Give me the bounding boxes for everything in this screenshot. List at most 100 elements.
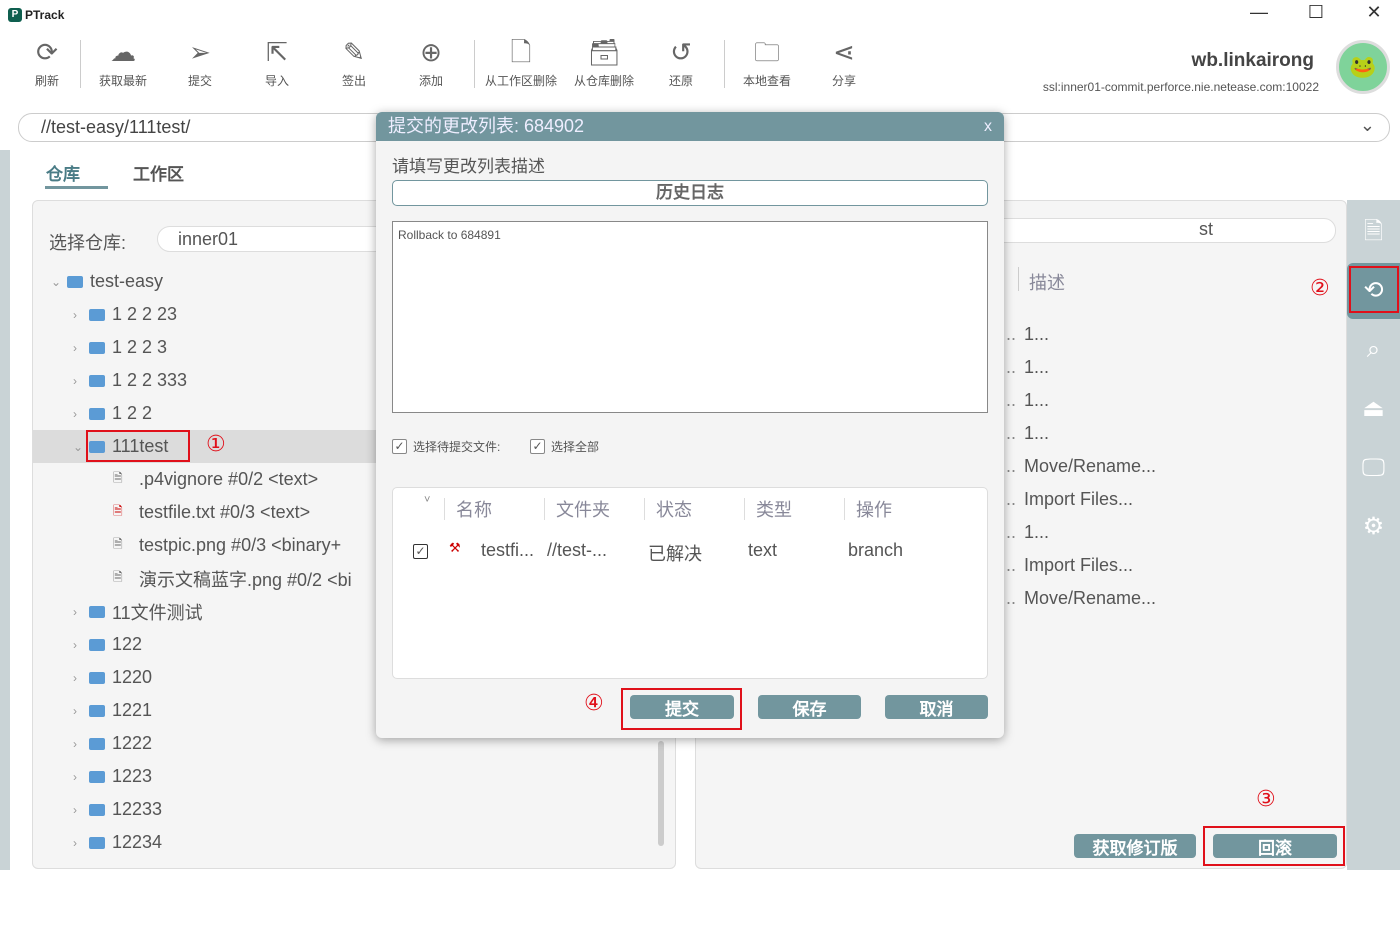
history-row[interactable]: .. Move/Rename... [1006,450,1156,483]
select-all-checkbox[interactable]: ✓ 选择全部 [530,438,599,455]
file-icon: 🗎 [113,570,123,584]
select-all-label: 选择全部 [551,440,600,454]
history-description: Move/Rename... [1024,588,1157,608]
file-status: 已解决 [648,544,702,564]
chevron-right-icon[interactable]: › [73,638,89,652]
chevron-right-icon[interactable]: › [73,605,89,619]
toolbar-icon: 🗀 [753,37,780,67]
tree-item-label: 12234 [112,832,163,852]
chevron-right-icon[interactable]: › [73,704,89,718]
chevron-right-icon[interactable]: › [73,374,89,388]
path-value: //test-easy/111test/ [41,117,191,137]
modified-file-icon: 🗎 [113,504,123,518]
toolbar-button-0[interactable]: ⟳ 刷新 [12,36,82,89]
toolbar-button-2[interactable]: ➢ 提交 [165,36,235,89]
column-header[interactable]: 名称 [456,496,492,522]
column-header[interactable]: 类型 [756,496,792,522]
column-divider [844,498,845,520]
cancel-button[interactable]: 取消 [885,695,988,719]
folder-icon [89,671,105,684]
history-row[interactable]: .. 1... [1006,516,1049,549]
folder-icon [89,737,105,750]
get-revision-button[interactable]: 获取修订版 [1074,834,1196,858]
file-name[interactable]: testfi... [481,540,534,561]
toolbar-icon: ⋖ [833,37,855,67]
chevron-right-icon[interactable]: › [73,737,89,751]
checkbox-checked-icon: ✓ [530,439,545,454]
truncated-cell: .. [1006,357,1017,377]
history-log-button[interactable]: 历史日志 [392,180,988,206]
chevron-right-icon[interactable]: › [73,671,89,685]
column-header[interactable]: 操作 [856,496,892,522]
chevron-right-icon[interactable]: › [73,341,89,355]
toolbar-icon: ☁ [110,37,136,67]
chevron-right-icon[interactable]: › [73,803,89,817]
history-description: 1... [1024,324,1050,344]
history-row[interactable]: .. Move/Rename... [1006,582,1156,615]
chevron-right-icon[interactable]: › [73,770,89,784]
history-row[interactable]: .. 1... [1006,351,1049,384]
toolbar-icon: ⊕ [420,37,442,67]
history-description: Import Files... [1024,489,1134,509]
tab-depot[interactable]: 仓库 [46,160,80,185]
chevron-right-icon[interactable]: › [73,308,89,322]
toolbar-icon: 🗃 [587,37,621,67]
search-icon[interactable]: ⌕ [1347,322,1400,378]
step-marker-3: ③ [1256,786,1276,811]
monitor-icon[interactable]: 🖵 [1347,440,1400,496]
history-row[interactable]: .. 1... [1006,318,1049,351]
repo-select[interactable]: inner01 [157,226,397,252]
dialog-close-icon[interactable]: x [984,112,992,141]
sort-chevron-icon[interactable]: ˅ [424,494,430,506]
toolbar-icon: ✎ [343,37,365,67]
toolbar-button-6[interactable]: 🗋 从工作区删除 [478,36,564,89]
file-row-checkbox[interactable]: ✓ [413,542,428,560]
truncated-cell: .. [1006,522,1017,542]
document-icon[interactable]: 🗎 [1347,204,1400,260]
close-button[interactable]: ✕ [1359,2,1389,23]
shelf-icon[interactable]: ⏏ [1347,381,1400,437]
chevron-down-icon[interactable]: ⌄ [1360,112,1375,139]
modified-file-icon: ⚒ [449,540,461,555]
toolbar-label: 导入 [264,74,289,88]
minimize-button[interactable]: — [1244,2,1274,23]
highlight-box-4 [621,688,742,730]
column-header[interactable]: 文件夹 [556,496,610,522]
column-header[interactable]: 状态 [656,496,692,522]
tree-item-label: 1221 [112,700,153,720]
description-textarea[interactable]: Rollback to 684891 [392,221,988,413]
avatar[interactable]: 🐸 [1336,40,1390,94]
toolbar-button-1[interactable]: ☁ 获取最新 [88,36,158,89]
toolbar-button-10[interactable]: ⋖ 分享 [809,36,879,89]
active-tab-indicator [45,186,108,189]
history-row[interactable]: .. 1... [1006,417,1049,450]
user-name: wb.linkairong [1191,50,1314,71]
toolbar-button-3[interactable]: ⇱ 导入 [242,36,312,89]
chevron-right-icon[interactable]: › [73,407,89,421]
tab-workspace[interactable]: 工作区 [133,160,184,185]
repo-value: inner01 [178,229,239,249]
tree-item[interactable]: › 1223 [33,760,673,793]
toolbar-button-7[interactable]: 🗃 从仓库删除 [561,36,647,89]
tree-item-label: 12233 [112,799,163,819]
history-row[interactable]: .. 1... [1006,384,1049,417]
toolbar-button-4[interactable]: ✎ 签出 [319,36,389,89]
ptrack-logo-icon: P [8,8,22,22]
history-row[interactable]: .. Import Files... [1006,483,1133,516]
chevron-down-icon[interactable]: ⌄ [51,275,67,289]
gear-icon[interactable]: ⚙ [1347,499,1400,555]
chevron-right-icon[interactable]: › [73,836,89,850]
tree-item-label: 122 [112,634,143,654]
tree-scrollbar[interactable] [658,741,664,846]
folder-icon [67,275,83,288]
tree-item[interactable]: › 12233 [33,793,673,826]
save-button[interactable]: 保存 [758,695,861,719]
tree-item[interactable]: › 12234 [33,826,673,859]
left-collapse-strip[interactable] [0,150,10,870]
maximize-button[interactable]: ☐ [1301,2,1331,23]
select-pending-checkbox[interactable]: ✓ 选择待提交文件: [392,438,500,455]
toolbar-button-9[interactable]: 🗀 本地查看 [732,36,802,89]
toolbar-button-8[interactable]: ↺ 还原 [646,36,716,89]
history-row[interactable]: .. Import Files... [1006,549,1133,582]
toolbar-button-5[interactable]: ⊕ 添加 [396,36,466,89]
